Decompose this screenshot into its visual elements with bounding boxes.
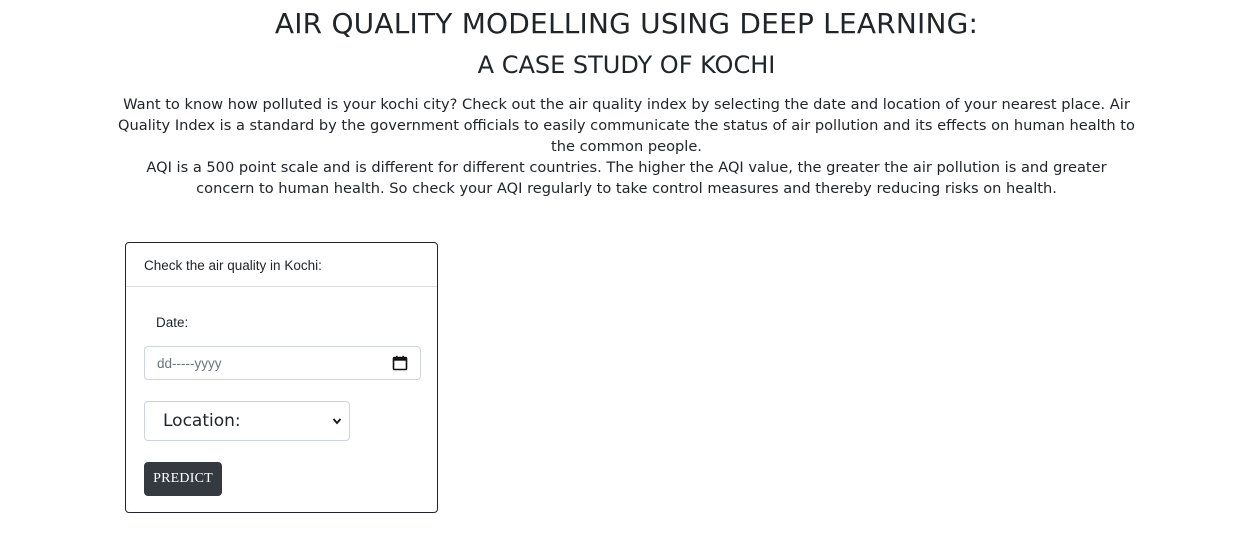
intro-text: Want to know how polluted is your kochi … [118,94,1135,199]
page-title: AIR QUALITY MODELLING USING DEEP LEARNIN… [274,7,979,40]
location-select[interactable]: Location: [144,401,350,441]
predict-button[interactable]: PREDICT [144,462,222,496]
chevron-down-icon [332,418,342,425]
date-label: Date: [156,315,189,330]
air-quality-form-card: Check the air quality in Kochi: Date: dd… [125,242,438,513]
calendar-icon[interactable] [392,355,408,371]
intro-paragraph-1: Want to know how polluted is your kochi … [118,96,1135,155]
intro-paragraph-2: AQI is a 500 point scale and is differen… [146,159,1107,197]
date-placeholder: dd-----yyyy [157,356,222,371]
location-selected-value: Location: [163,411,241,431]
page: AIR QUALITY MODELLING USING DEEP LEARNIN… [0,0,1253,559]
page-subtitle: A CASE STUDY OF KOCHI [477,51,776,79]
date-input[interactable]: dd-----yyyy [144,346,421,380]
card-header: Check the air quality in Kochi: [126,243,437,287]
